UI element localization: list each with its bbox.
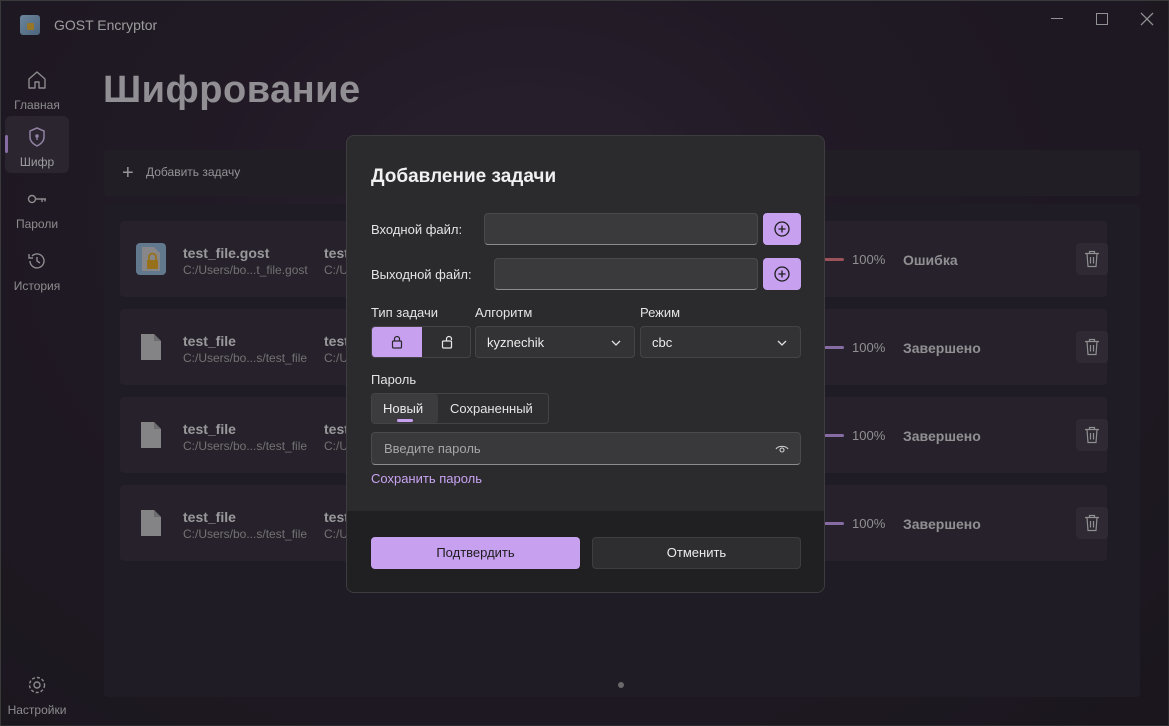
lock-icon [391,335,403,349]
tab-label: Новый [383,401,424,416]
password-field [371,432,801,465]
app-window: GOST Encryptor Главная Шифр Пароли Истор… [0,0,1169,726]
task-type-label: Тип задачи [371,305,439,320]
decrypt-option[interactable] [422,327,470,357]
password-label: Пароль [371,372,417,387]
password-tabs: Новый Сохраненный [371,393,549,424]
add-circle-icon [774,266,790,282]
output-file-field[interactable] [494,258,758,290]
encrypt-option[interactable] [372,327,422,357]
input-file-field[interactable] [484,213,758,245]
unlock-icon [441,335,453,349]
cancel-button[interactable]: Отменить [592,537,801,569]
chevron-down-icon [611,340,621,346]
eye-icon[interactable] [775,444,789,454]
confirm-button[interactable]: Подтвердить [371,537,580,569]
mode-dropdown[interactable]: cbc [640,326,801,358]
save-password-link[interactable]: Сохранить пароль [371,471,482,486]
input-file-label: Входной файл: [371,222,463,237]
browse-input-button[interactable] [763,213,801,245]
add-task-dialog: Добавление задачи Входной файл: Выходной… [346,135,825,593]
output-file-label: Выходной файл: [371,267,472,282]
algorithm-value: kyznechik [487,335,545,350]
tab-saved-password[interactable]: Сохраненный [450,401,533,416]
add-circle-icon [774,221,790,237]
dialog-footer: Подтвердить Отменить [347,511,824,592]
tab-new-password[interactable]: Новый [372,394,438,423]
task-type-toggle [371,326,471,358]
chevron-down-icon [777,340,787,346]
browse-output-button[interactable] [763,258,801,290]
tab-selected-indicator [397,419,413,422]
algorithm-label: Алгоритм [475,305,533,320]
dialog-title: Добавление задачи [371,166,557,187]
mode-value: cbc [652,335,673,350]
mode-label: Режим [640,305,681,320]
password-input[interactable] [384,441,764,456]
algorithm-dropdown[interactable]: kyznechik [475,326,635,358]
